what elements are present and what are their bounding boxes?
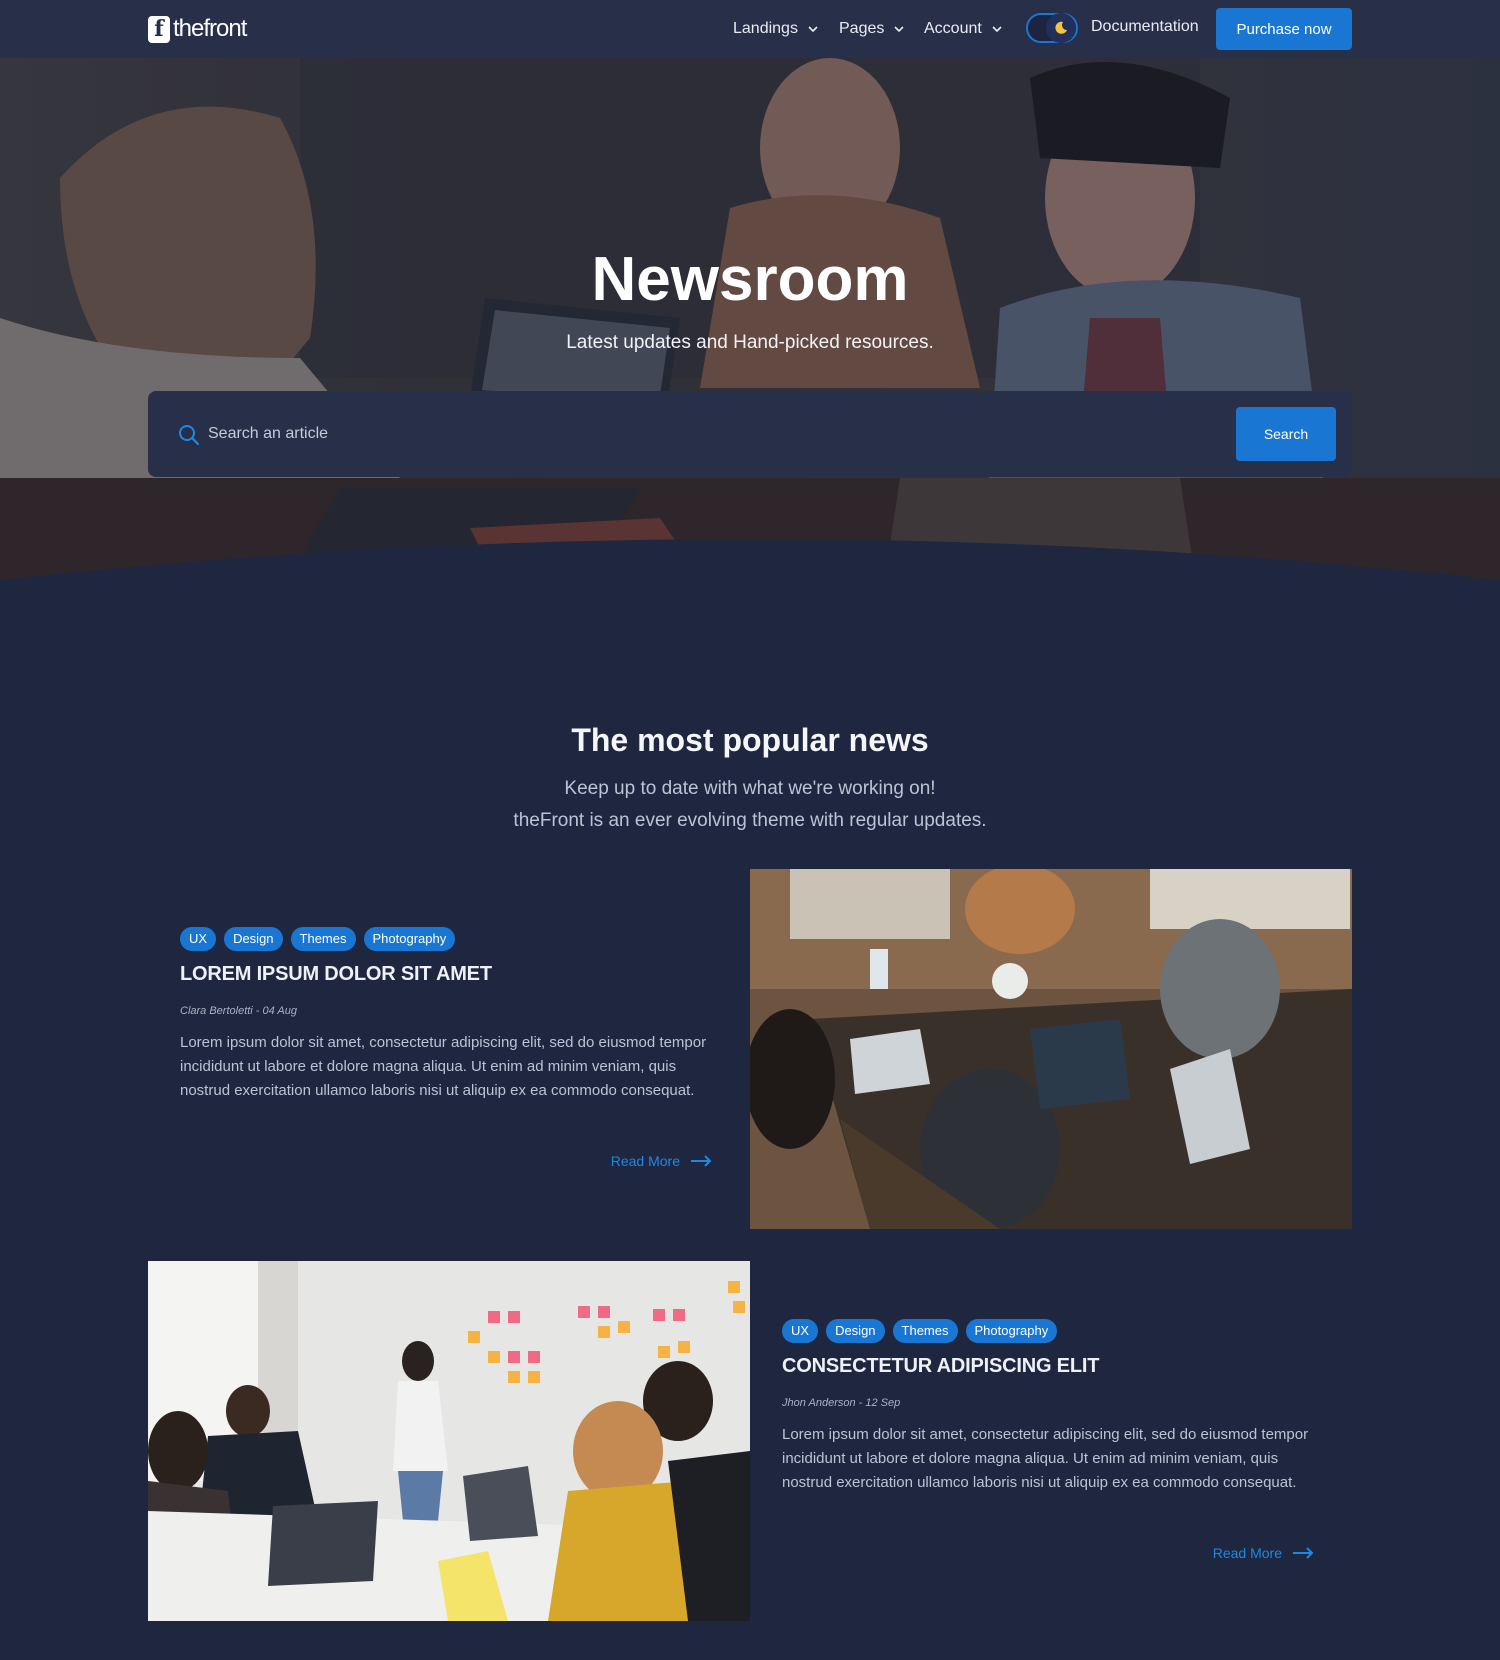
theme-toggle[interactable] [1026,13,1078,43]
logo[interactable]: f thefront [148,14,247,44]
tag-design[interactable]: Design [224,927,283,951]
chevron-down-icon [808,26,818,33]
chevron-down-icon [992,26,1002,33]
article-meta: Clara Bertoletti - 04 Aug [180,1005,297,1017]
article-image [750,869,1352,1229]
documentation-link[interactable]: Documentation [1091,18,1199,36]
tag-themes[interactable]: Themes [892,1319,958,1343]
chevron-down-icon [894,26,904,33]
arrow-right-icon [691,1155,712,1167]
nav-landings[interactable]: Landings [733,18,818,40]
article-excerpt: Lorem ipsum dolor sit amet, consectetur … [782,1426,1309,1491]
nav-landings-label: Landings [733,20,798,37]
tag-photography[interactable]: Photography [363,927,456,951]
hero-subtitle: Latest updates and Hand-picked resources… [566,332,934,353]
search-button[interactable]: Search [1236,407,1336,461]
article-card: UX Design Themes Photography CONSECTETUR… [148,1261,1352,1621]
team-meeting-photo [148,1261,750,1621]
nav-pages[interactable]: Pages [839,18,904,40]
search-input[interactable] [208,417,908,451]
article-card: UX Design Themes Photography LOREM IPSUM… [148,869,1352,1229]
arrow-right-icon [1293,1547,1314,1559]
moon-icon [1046,13,1076,43]
article-body: UX Design Themes Photography CONSECTETUR… [750,1261,1352,1621]
read-more-link[interactable]: Read More [1213,1545,1314,1561]
read-more-label: Read More [610,1153,680,1169]
read-more-link[interactable]: Read More [611,1153,712,1169]
section-title: The most popular news [571,722,929,758]
team-laptops-photo [750,869,1352,1229]
page: f thefront Landings Pages Account Docume… [0,0,1500,1660]
navbar: f thefront Landings Pages Account Docume… [0,0,1500,58]
read-more-label: Read More [1212,1545,1282,1561]
search-bar: Search [148,391,1352,477]
article-meta: Jhon Anderson - 12 Sep [782,1397,901,1409]
section-subtitle-line1: Keep up to date with what we're working … [564,778,936,799]
article-body: UX Design Themes Photography LOREM IPSUM… [148,869,750,1229]
purchase-now-button[interactable]: Purchase now [1216,8,1352,50]
hero-title: Newsroom [591,245,909,314]
article-tags: UX Design Themes Photography [782,1319,1058,1343]
tag-ux[interactable]: UX [782,1319,819,1343]
article-tags: UX Design Themes Photography [180,927,456,951]
section-subtitle-line2: theFront is an ever evolving theme with … [513,810,987,831]
logo-mark: f [148,15,170,43]
nav-account-label: Account [924,20,982,37]
article-title[interactable]: LOREM IPSUM DOLOR SIT AMET [180,963,492,986]
logo-text: thefront [173,15,247,42]
tag-themes[interactable]: Themes [290,927,356,951]
article-excerpt: Lorem ipsum dolor sit amet, consectetur … [180,1034,707,1099]
tag-design[interactable]: Design [826,1319,885,1343]
nav-pages-label: Pages [839,20,885,37]
article-image [148,1261,750,1621]
tag-photography[interactable]: Photography [965,1319,1058,1343]
nav-account[interactable]: Account [924,18,1002,40]
tag-ux[interactable]: UX [180,927,217,951]
search-icon [179,425,200,446]
article-title[interactable]: CONSECTETUR ADIPISCING ELIT [782,1355,1099,1378]
hero: Newsroom Latest updates and Hand-picked … [0,58,1500,610]
